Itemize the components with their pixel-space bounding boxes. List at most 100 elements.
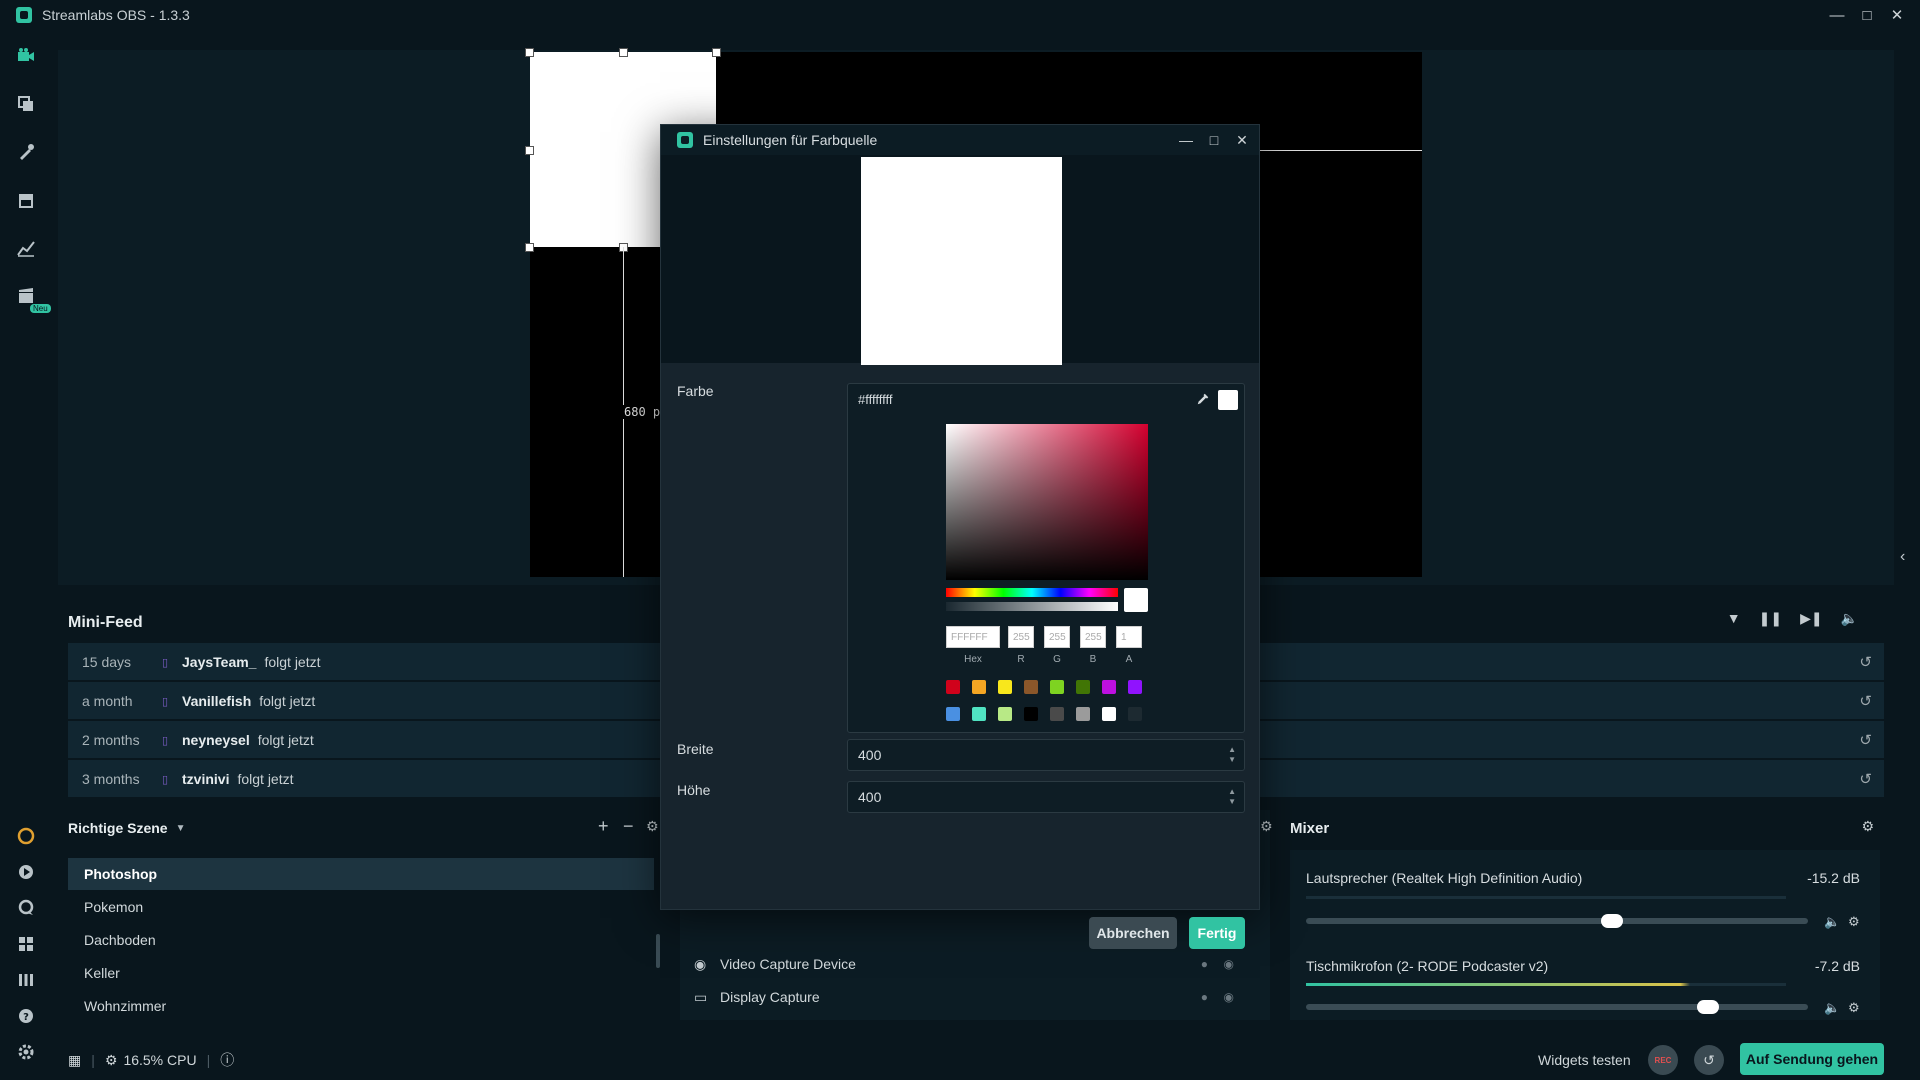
source-item[interactable]: ▭ Display Capture ● ◉ — [694, 981, 1254, 1013]
preset-swatch[interactable] — [1128, 707, 1142, 721]
scene-item[interactable]: Photoshop — [68, 858, 654, 890]
settings-gear-icon[interactable] — [15, 1041, 37, 1063]
replay-icon[interactable]: ↺ — [1859, 692, 1872, 710]
scene-collection-selector[interactable]: Richtige Szene ▼ — [68, 820, 186, 836]
prime-icon[interactable] — [15, 825, 37, 847]
resize-handle[interactable] — [525, 48, 534, 57]
preset-swatch[interactable] — [1128, 680, 1142, 694]
remove-scene-icon[interactable]: − — [623, 816, 634, 837]
scrollbar[interactable] — [656, 934, 660, 968]
volume-slider-knob[interactable] — [1601, 914, 1624, 928]
preset-swatch[interactable] — [1076, 707, 1090, 721]
skip-icon[interactable]: ▶❚ — [1800, 610, 1823, 627]
volume-slider-knob[interactable] — [1696, 1000, 1719, 1014]
speaker-icon[interactable]: 🔈 — [1824, 914, 1840, 930]
add-scene-icon[interactable]: + — [598, 816, 609, 837]
volume-slider[interactable] — [1306, 918, 1808, 924]
channel-settings-gear-icon[interactable]: ⚙ — [1848, 914, 1860, 930]
preset-swatch[interactable] — [1076, 680, 1090, 694]
maximize-icon[interactable]: □ — [1199, 125, 1229, 155]
preset-swatch[interactable] — [998, 707, 1012, 721]
preset-swatch[interactable] — [1024, 707, 1038, 721]
replay-buffer-icon[interactable]: ↺ — [1694, 1045, 1724, 1075]
height-input[interactable]: 400 ▲ ▼ — [847, 781, 1245, 813]
performance-chart-icon[interactable]: ▦ — [68, 1052, 81, 1069]
resize-handle[interactable] — [712, 48, 721, 57]
replay-icon[interactable]: ↺ — [1859, 731, 1872, 749]
channel-settings-gear-icon[interactable]: ⚙ — [1848, 1000, 1860, 1016]
themes-icon[interactable] — [15, 141, 37, 163]
twitch-icon: ▯ — [162, 695, 169, 708]
volume-icon[interactable]: 🔈 — [1841, 610, 1858, 627]
pause-icon[interactable]: ❚❚ — [1759, 610, 1782, 627]
preset-swatch[interactable] — [1102, 680, 1116, 694]
resize-handle[interactable] — [525, 243, 534, 252]
mixer-settings-gear-icon[interactable]: ⚙ — [1861, 818, 1874, 835]
lock-icon[interactable]: ● — [1201, 990, 1208, 1004]
scene-item[interactable]: Dachboden — [68, 924, 654, 956]
editor-icon[interactable] — [15, 45, 37, 67]
saturation-value-pad[interactable] — [946, 424, 1148, 580]
close-icon[interactable]: ✕ — [1882, 0, 1912, 30]
blue-input[interactable]: 255 — [1080, 626, 1106, 648]
filter-icon[interactable]: ▼ — [1727, 610, 1741, 627]
minimize-icon[interactable]: — — [1822, 0, 1852, 30]
twitch-icon: ▯ — [162, 656, 169, 669]
preset-swatch[interactable] — [1050, 680, 1064, 694]
close-icon[interactable]: ✕ — [1227, 125, 1257, 155]
preset-swatch[interactable] — [972, 680, 986, 694]
green-input[interactable]: 255 — [1044, 626, 1070, 648]
volume-slider[interactable] — [1306, 1004, 1808, 1010]
preset-swatch[interactable] — [998, 680, 1012, 694]
resize-handle[interactable] — [619, 48, 628, 57]
done-button[interactable]: Fertig — [1189, 917, 1245, 949]
replay-icon[interactable]: ↺ — [1859, 653, 1872, 671]
preset-swatch[interactable] — [1024, 680, 1038, 694]
alpha-slider[interactable] — [946, 602, 1118, 611]
stepper-icon[interactable]: ▲ ▼ — [1228, 787, 1236, 807]
go-live-button[interactable]: Auf Sendung gehen — [1740, 1043, 1884, 1075]
alpha-input[interactable]: 1 — [1116, 626, 1142, 648]
hue-slider[interactable] — [946, 588, 1118, 597]
cancel-button[interactable]: Abbrechen — [1089, 917, 1177, 949]
chat-icon[interactable] — [15, 897, 37, 919]
info-icon[interactable]: ⓘ — [220, 1050, 234, 1070]
preset-swatch[interactable] — [946, 707, 960, 721]
widgets-test-button[interactable]: Widgets testen — [1538, 1052, 1631, 1068]
apps-grid-icon[interactable] — [15, 933, 37, 955]
hex-input[interactable]: FFFFFF — [946, 626, 1000, 648]
minimize-icon[interactable]: — — [1171, 125, 1201, 155]
visibility-icon[interactable]: ◉ — [1224, 990, 1234, 1004]
store-icon[interactable] — [15, 189, 37, 211]
eyedropper-icon[interactable] — [1194, 390, 1212, 408]
width-input[interactable]: 400 ▲ ▼ — [847, 739, 1245, 771]
chevron-left-icon[interactable]: ‹ — [1900, 548, 1905, 566]
scene-item[interactable]: Pokemon — [68, 891, 654, 923]
record-button[interactable]: REC — [1648, 1045, 1678, 1075]
resize-handle[interactable] — [525, 146, 534, 155]
source-settings-gear-icon[interactable]: ⚙ — [1260, 818, 1273, 835]
scene-item[interactable]: Keller — [68, 957, 654, 989]
red-input[interactable]: 255 — [1008, 626, 1034, 648]
scene-item[interactable]: Wohnzimmer — [68, 990, 654, 1022]
dashboard-chart-icon[interactable] — [15, 237, 37, 259]
replay-icon[interactable]: ↺ — [1859, 770, 1872, 788]
help-icon[interactable]: ? — [15, 1005, 37, 1027]
preset-swatch[interactable] — [972, 707, 986, 721]
maximize-icon[interactable]: □ — [1852, 0, 1882, 30]
scene-settings-gear-icon[interactable]: ⚙ — [646, 818, 659, 835]
layout-icon[interactable] — [15, 93, 37, 115]
current-color-swatch[interactable] — [1218, 390, 1238, 410]
preset-swatch[interactable] — [1050, 707, 1064, 721]
visibility-icon[interactable]: ◉ — [1224, 957, 1234, 971]
speaker-icon[interactable]: 🔈 — [1824, 1000, 1840, 1016]
preset-swatch[interactable] — [1102, 707, 1116, 721]
green-label: G — [1053, 654, 1061, 665]
columns-icon[interactable] — [15, 969, 37, 991]
lock-icon[interactable]: ● — [1201, 957, 1208, 971]
preset-swatch[interactable] — [946, 680, 960, 694]
source-item[interactable]: ◉ Video Capture Device ● ◉ — [694, 948, 1254, 980]
stepper-icon[interactable]: ▲ ▼ — [1228, 745, 1236, 765]
play-circle-icon[interactable] — [15, 861, 37, 883]
color-hex-value[interactable]: #ffffffff — [858, 392, 892, 407]
